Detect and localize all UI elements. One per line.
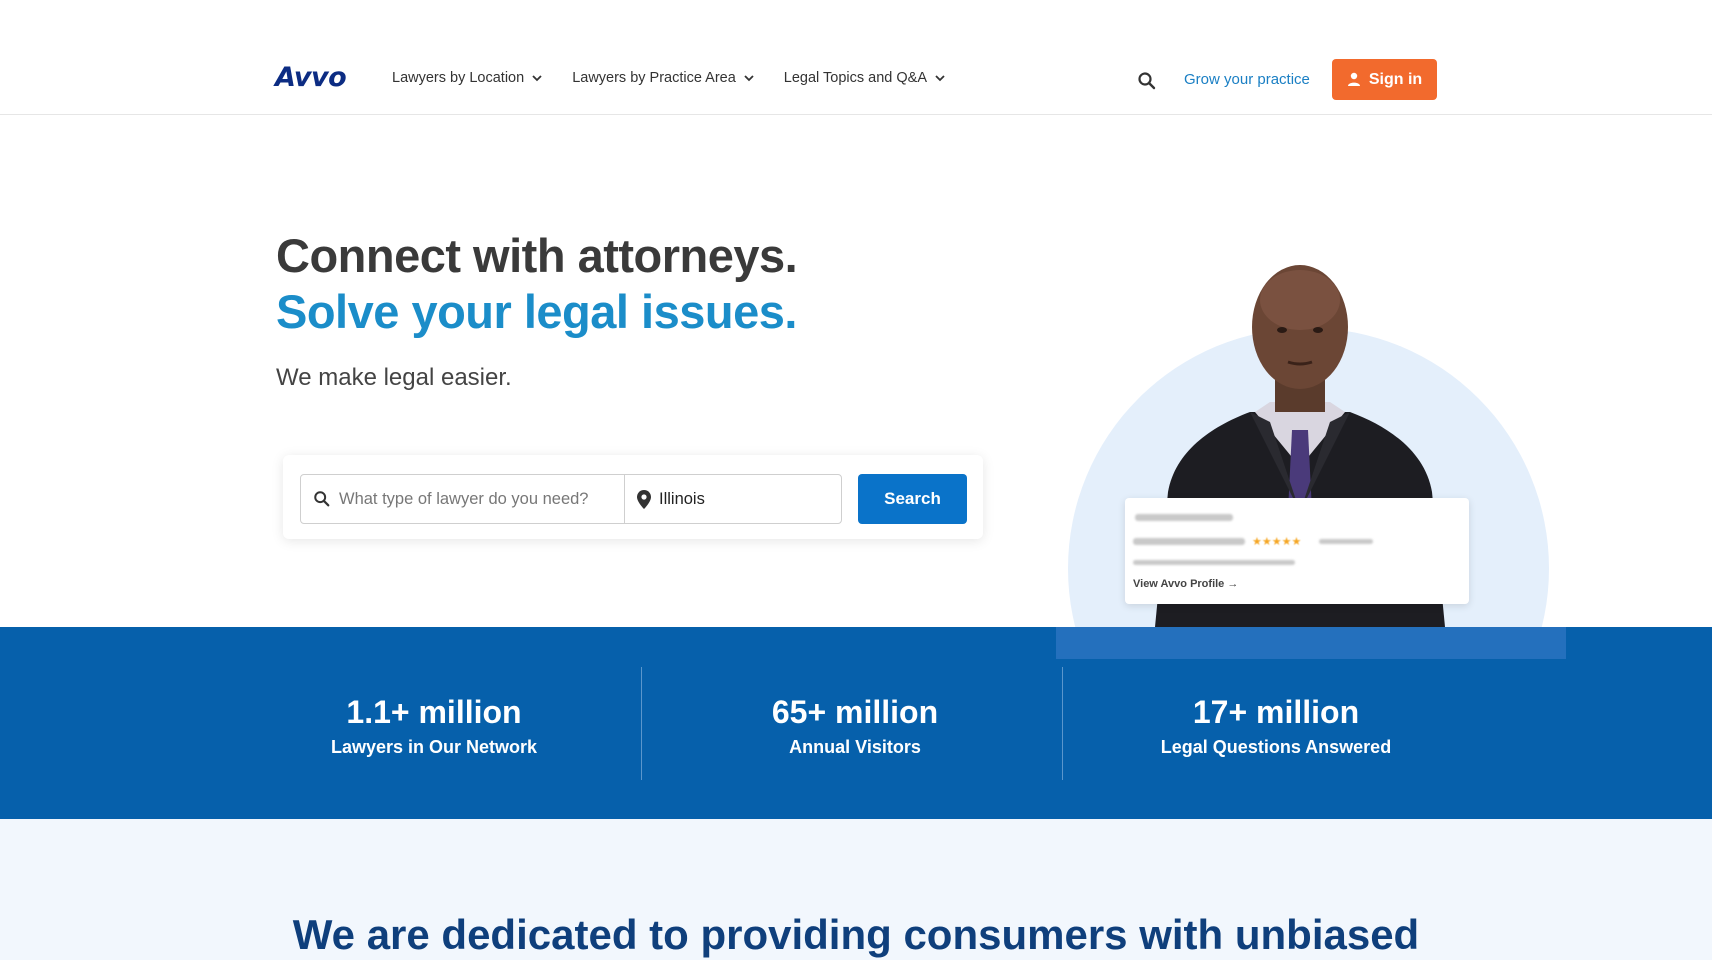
- sign-in-button[interactable]: Sign in: [1332, 59, 1437, 100]
- stat-lawyers: 1.1+ million Lawyers in Our Network: [284, 694, 584, 758]
- stat-value: 65+ million: [771, 694, 939, 730]
- chevron-down-icon: [744, 75, 754, 82]
- practice-area-input[interactable]: [339, 489, 609, 509]
- view-profile-link[interactable]: View Avvo Profile →: [1133, 578, 1238, 590]
- stat-questions: 17+ million Legal Questions Answered: [1126, 694, 1426, 758]
- nav-legal-topics[interactable]: Legal Topics and Q&A: [784, 70, 945, 86]
- stat-value: 1.1+ million: [346, 694, 522, 730]
- nav-lawyers-by-practice-area[interactable]: Lawyers by Practice Area: [572, 70, 754, 86]
- search-icon[interactable]: [1137, 71, 1157, 91]
- avvo-logo[interactable]: Avvo: [275, 62, 347, 93]
- card-line: [1319, 539, 1373, 544]
- rating-stars: ★★★★★: [1252, 536, 1302, 548]
- stat-divider: [1062, 667, 1063, 780]
- stat-divider: [641, 667, 642, 780]
- nav-label: Lawyers by Location: [392, 70, 525, 86]
- stat-visitors: 65+ million Annual Visitors: [705, 694, 1005, 758]
- mission-section: We are dedicated to providing consumers …: [0, 819, 1712, 960]
- search-button[interactable]: Search: [858, 474, 967, 524]
- lawyer-search-form: Search: [283, 455, 983, 539]
- chevron-down-icon: [935, 75, 945, 82]
- nav-label: Legal Topics and Q&A: [783, 70, 928, 86]
- mission-title: We are dedicated to providing consumers …: [292, 911, 1420, 958]
- user-icon: [1347, 72, 1360, 86]
- hero-headline-accent: Solve your legal issues.: [276, 285, 797, 338]
- sign-in-label: Sign in: [1368, 70, 1423, 88]
- main-nav: Lawyers by Location Lawyers by Practice …: [392, 70, 975, 86]
- stat-label: Legal Questions Answered: [1160, 737, 1392, 757]
- stat-label: Annual Visitors: [789, 737, 921, 757]
- hero-headline: Connect with attorneys.: [276, 229, 798, 282]
- site-header: Avvo Lawyers by Location Lawyers by Prac…: [0, 0, 1712, 115]
- stat-value: 17+ million: [1192, 694, 1360, 730]
- photo-base-band: [1056, 627, 1566, 659]
- search-icon: [314, 491, 330, 507]
- nav-label: Lawyers by Practice Area: [572, 70, 736, 86]
- location-input[interactable]: [659, 489, 879, 509]
- map-pin-icon: [637, 489, 651, 509]
- featured-attorney-card[interactable]: ★★★★★ View Avvo Profile →: [1125, 498, 1469, 604]
- card-line: [1133, 560, 1295, 565]
- location-field[interactable]: [624, 474, 879, 524]
- stat-label: Lawyers in Our Network: [330, 737, 538, 757]
- nav-lawyers-by-location[interactable]: Lawyers by Location: [392, 70, 542, 86]
- chevron-down-icon: [532, 75, 542, 82]
- card-line: [1135, 514, 1233, 521]
- hero-subheadline: We make legal easier.: [276, 364, 512, 391]
- grow-your-practice-link[interactable]: Grow your practice: [1184, 71, 1310, 88]
- practice-area-field[interactable]: [300, 474, 625, 524]
- card-line: [1133, 538, 1245, 545]
